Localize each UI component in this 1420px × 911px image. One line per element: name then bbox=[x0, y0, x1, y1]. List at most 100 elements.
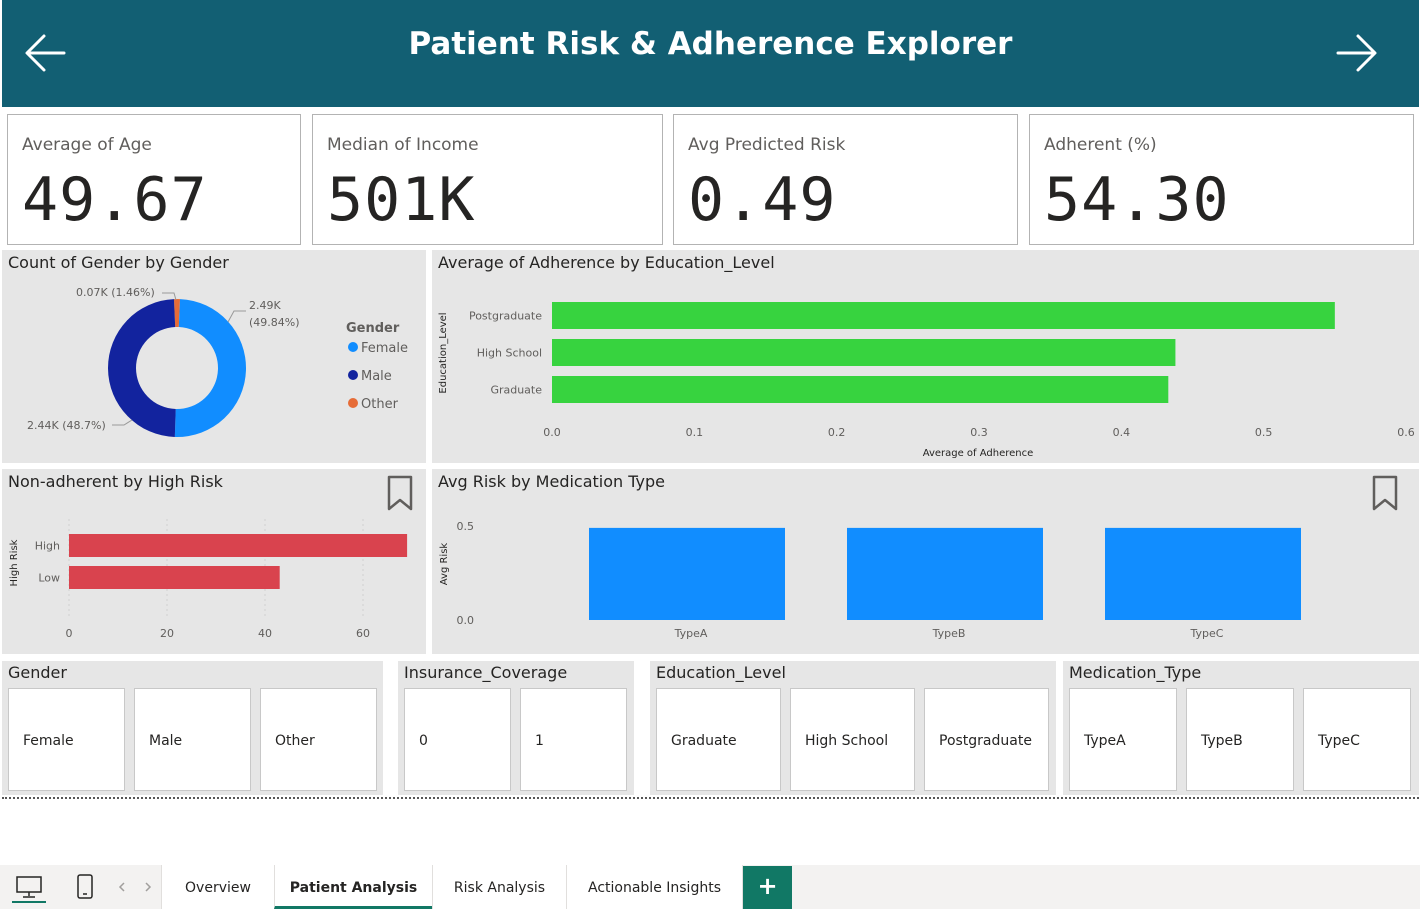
education-bar-chart: 0.0 0.1 0.2 0.3 0.4 0.5 0.6 Postgraduate High Sc… bbox=[438, 302, 1415, 459]
slicer-option-label: 0 bbox=[419, 733, 428, 749]
bar-typeb[interactable] bbox=[847, 527, 1043, 620]
y-tick-label: Low bbox=[38, 572, 60, 585]
slicer-option-other[interactable]: Other bbox=[260, 688, 377, 791]
kpi-card-adherent[interactable]: Adherent (%) 54.30 bbox=[1029, 114, 1414, 245]
slicer-option-female[interactable]: Female bbox=[8, 688, 125, 791]
slicer-option-typec[interactable]: TypeC bbox=[1303, 688, 1411, 791]
leader-line-female bbox=[227, 310, 246, 323]
slicer-option-label: TypeA bbox=[1084, 733, 1126, 749]
education-adherence-panel[interactable]: Average of Adherence by Education_Level … bbox=[432, 250, 1419, 463]
slicer-title: Gender bbox=[8, 663, 67, 682]
legend-title: Gender bbox=[346, 321, 400, 336]
y-tick-label: Graduate bbox=[490, 384, 542, 397]
legend-item-other[interactable]: Other bbox=[361, 397, 399, 412]
non-adherent-risk-panel[interactable]: Non-adherent by High Risk 0 20 40 60 High Low… bbox=[2, 469, 426, 654]
slicer-option-typeb[interactable]: TypeB bbox=[1186, 688, 1294, 791]
slicer-option-male[interactable]: Male bbox=[134, 688, 251, 791]
bar-graduate[interactable] bbox=[552, 376, 1169, 403]
tab-overview[interactable]: Overview bbox=[161, 865, 274, 909]
slicer-option-high-school[interactable]: High School bbox=[790, 688, 915, 791]
forward-arrow-button[interactable] bbox=[1332, 30, 1380, 76]
kpi-card-age[interactable]: Average of Age 49.67 bbox=[7, 114, 301, 245]
kpi-value: 0.49 bbox=[688, 165, 837, 235]
bar-typea[interactable] bbox=[589, 527, 785, 620]
slicer-title: Insurance_Coverage bbox=[404, 663, 568, 682]
x-tick-label: TypeC bbox=[1190, 627, 1224, 640]
slicer-option-label: TypeC bbox=[1318, 733, 1360, 749]
donut-slice-male[interactable] bbox=[107, 299, 176, 437]
legend-marker bbox=[348, 370, 358, 380]
x-axis-title: Average of Adherence bbox=[923, 448, 1034, 459]
bookmark-icon[interactable] bbox=[387, 475, 413, 511]
legend-item-female[interactable]: Female bbox=[361, 341, 408, 356]
leader-line-male bbox=[112, 419, 133, 426]
y-tick-label: 0.0 bbox=[457, 614, 475, 627]
slicer-title: Medication_Type bbox=[1069, 663, 1202, 682]
tab-label: Patient Analysis bbox=[289, 880, 418, 896]
slicer-option-postgraduate[interactable]: Postgraduate bbox=[924, 688, 1049, 791]
data-label-female-pct: (49.84%) bbox=[249, 316, 300, 329]
x-tick-label: TypeA bbox=[674, 627, 708, 640]
report-header: Patient Risk & Adherence Explorer bbox=[2, 0, 1419, 107]
bar-low[interactable] bbox=[69, 566, 280, 589]
x-tick-label: 20 bbox=[160, 627, 174, 640]
plus-icon: + bbox=[757, 872, 778, 900]
slicer-option-label: Male bbox=[149, 733, 183, 749]
kpi-label: Median of Income bbox=[327, 135, 479, 155]
phone-icon bbox=[77, 874, 93, 899]
kpi-card-income[interactable]: Median of Income 501K bbox=[312, 114, 663, 245]
tab-risk-analysis[interactable]: Risk Analysis bbox=[432, 865, 566, 909]
bar-high-school[interactable] bbox=[552, 339, 1176, 366]
medication-risk-panel[interactable]: Avg Risk by Medication Type 0.0 0.5 TypeA T… bbox=[432, 469, 1419, 654]
tab-patient-analysis[interactable]: Patient Analysis bbox=[274, 865, 432, 909]
arrow-right-icon bbox=[1336, 34, 1377, 72]
x-tick-label: TypeB bbox=[932, 627, 966, 640]
slicer-option-label: Graduate bbox=[671, 733, 737, 749]
slicer-option-1[interactable]: 1 bbox=[520, 688, 627, 791]
slicer-title: Education_Level bbox=[656, 663, 786, 682]
x-tick-label: 0.3 bbox=[970, 426, 988, 439]
donut-slice-female[interactable] bbox=[174, 299, 247, 437]
desktop-view-button[interactable] bbox=[12, 873, 46, 903]
tab-actionable-insights[interactable]: Actionable Insights bbox=[566, 865, 743, 909]
kpi-label: Adherent (%) bbox=[1044, 135, 1157, 155]
y-tick-label: High bbox=[35, 540, 60, 553]
add-page-button[interactable]: + bbox=[743, 866, 792, 909]
kpi-value: 501K bbox=[327, 165, 476, 235]
gender-donut-panel[interactable]: Count of Gender by Gender 0.07K (1.46%) … bbox=[2, 250, 426, 463]
education-slicer: Education_Level Graduate High School Pos… bbox=[650, 661, 1056, 795]
scroll-tabs-left-button[interactable] bbox=[114, 873, 130, 903]
leader-line-other bbox=[162, 292, 177, 301]
data-label-female-value: 2.49K bbox=[249, 299, 281, 312]
bar-postgraduate[interactable] bbox=[552, 302, 1335, 329]
medication-bar-chart: 0.0 0.5 TypeA TypeB TypeC Avg Risk bbox=[439, 475, 1398, 640]
slicer-option-label: Postgraduate bbox=[939, 733, 1032, 749]
medication-slicer: Medication_Type TypeA TypeB TypeC bbox=[1063, 661, 1419, 795]
y-tick-label: Postgraduate bbox=[469, 310, 542, 323]
slicer-option-label: 1 bbox=[535, 733, 544, 749]
data-label-male: 2.44K (48.7%) bbox=[27, 419, 106, 432]
slicer-option-label: Other bbox=[275, 733, 315, 749]
slicer-option-0[interactable]: 0 bbox=[404, 688, 511, 791]
legend-item-male[interactable]: Male bbox=[361, 369, 392, 384]
x-tick-label: 0.1 bbox=[686, 426, 704, 439]
slicer-option-graduate[interactable]: Graduate bbox=[656, 688, 781, 791]
kpi-card-risk[interactable]: Avg Predicted Risk 0.49 bbox=[673, 114, 1018, 245]
page-tab-bar: Overview Patient Analysis Risk Analysis … bbox=[0, 865, 1420, 909]
bookmark-icon[interactable] bbox=[1372, 475, 1398, 511]
y-axis-title: High Risk bbox=[9, 539, 20, 586]
phone-view-button[interactable] bbox=[70, 873, 100, 903]
x-tick-label: 0.0 bbox=[543, 426, 561, 439]
scroll-tabs-right-button[interactable] bbox=[140, 873, 156, 903]
risk-bar-chart: 0 20 40 60 High Low High Risk bbox=[9, 475, 413, 640]
y-tick-label: High School bbox=[477, 347, 542, 360]
gender-slicer: Gender Female Male Other bbox=[2, 661, 383, 795]
data-label-other: 0.07K (1.46%) bbox=[76, 286, 155, 299]
bar-typec[interactable] bbox=[1105, 527, 1301, 620]
legend-marker bbox=[348, 398, 358, 408]
x-tick-label: 0.2 bbox=[828, 426, 846, 439]
slicer-option-label: TypeB bbox=[1201, 733, 1243, 749]
bar-high[interactable] bbox=[69, 534, 408, 557]
slicer-option-typea[interactable]: TypeA bbox=[1069, 688, 1177, 791]
chevron-right-icon bbox=[145, 882, 152, 892]
